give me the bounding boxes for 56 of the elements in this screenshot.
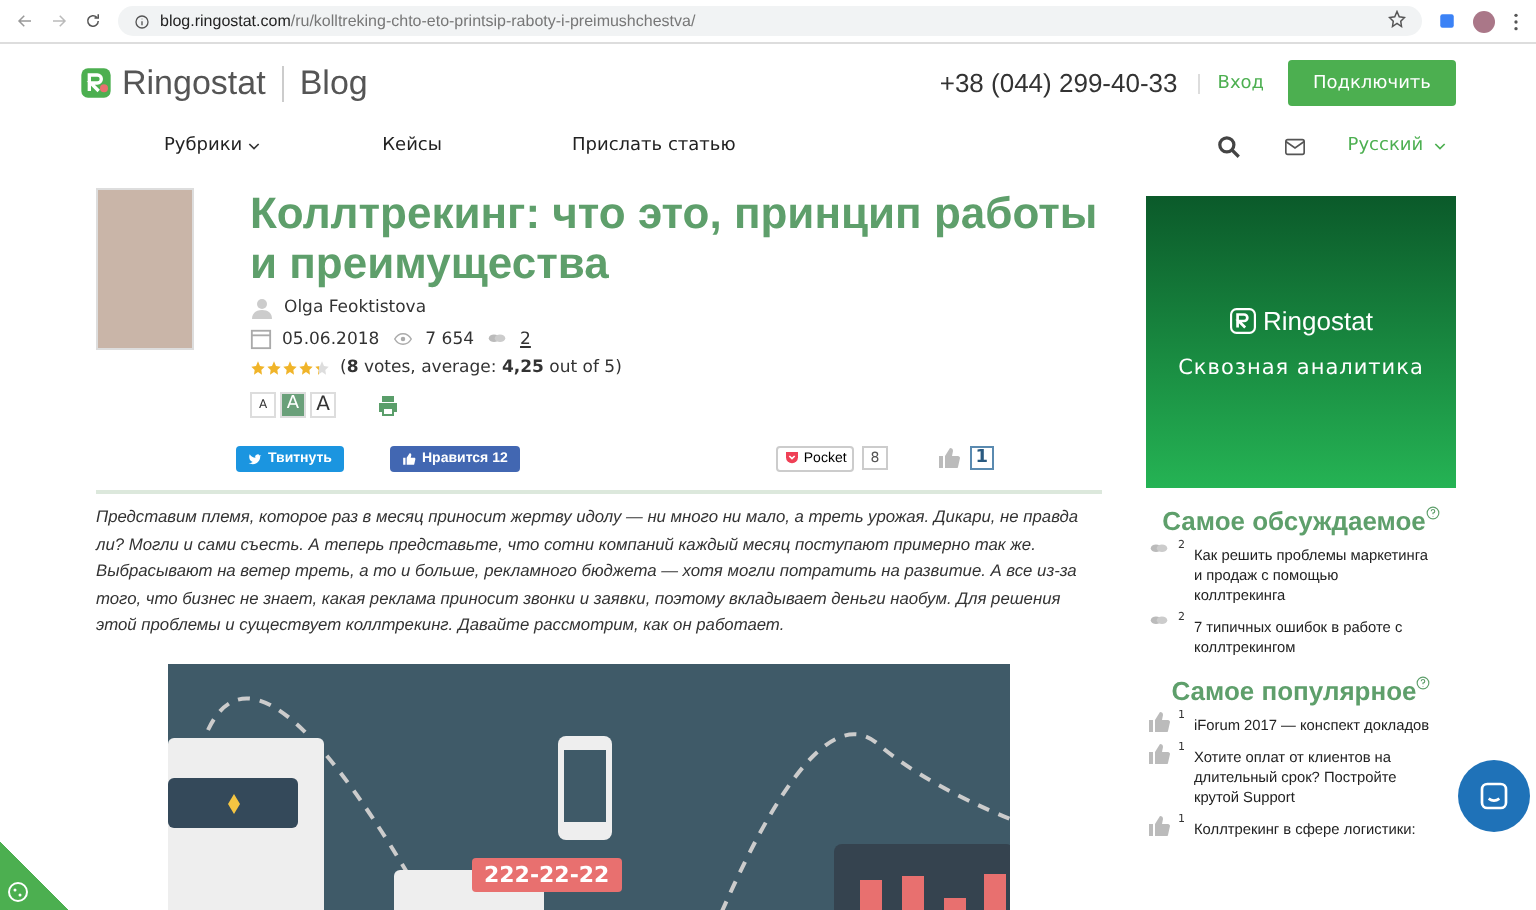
author-name: Olga Feoktistova [284, 298, 427, 318]
address-bar[interactable]: blog.ringostat.com/ru/kolltreking-chto-eto-printsip-raboty-i-preimushchestva/ [118, 6, 1422, 36]
user-icon [250, 296, 274, 320]
logo-icon [1229, 307, 1256, 333]
banner-tagline: Сквозная аналитика [1178, 355, 1424, 379]
chat-button[interactable] [1458, 760, 1530, 832]
nav-link[interactable]: Кейсы [382, 136, 442, 156]
logo-icon [80, 66, 112, 100]
phone-number-bubble: 222-22-22 [472, 857, 622, 891]
phone-number: +38 (044) 299-40-33 [939, 68, 1178, 98]
publish-date: 05.06.2018 [282, 329, 380, 349]
ad-banner[interactable]: Ringostat Сквозная аналитика [1146, 196, 1456, 488]
view-count: 7 654 [425, 329, 475, 349]
font-size-button[interactable]: A [310, 392, 336, 418]
reload-icon [84, 12, 102, 30]
search-icon [1215, 133, 1242, 159]
thumbs-up-icon [1146, 710, 1172, 734]
pocket-icon [783, 450, 800, 466]
help-icon [1416, 676, 1431, 690]
like-count: 1 [969, 446, 995, 470]
mail-icon [1281, 135, 1308, 157]
rating-summary: (8 votes, average: 4,25 out of 5) [340, 358, 622, 378]
comments-icon [1146, 612, 1172, 630]
calendar-icon [250, 328, 272, 350]
star-icon [1388, 10, 1406, 28]
comments-icon [484, 330, 511, 348]
print-icon [376, 393, 400, 417]
article-title: Коллтрекинг: что это, принцип работы и преимущества [250, 188, 1100, 288]
comment-count-link[interactable]: 2 [520, 329, 531, 349]
thumbs-up-icon [1146, 814, 1172, 838]
info-icon [134, 13, 150, 29]
forward-icon [50, 12, 68, 30]
profile-avatar-icon [1472, 9, 1496, 33]
chevron-down-icon [246, 138, 263, 154]
comments-icon [1146, 540, 1172, 558]
eye-icon [389, 330, 416, 348]
back-icon [16, 12, 34, 30]
extension-icon [1438, 12, 1456, 30]
menu-icon [1512, 11, 1520, 31]
blog-label: Blog [299, 63, 368, 103]
nav-link[interactable]: Рубрики [164, 136, 263, 156]
section-title: Самое обсуждаемое [1162, 506, 1426, 536]
banner-brand: Ringostat [1263, 305, 1373, 335]
logo-text[interactable]: Ringostat [122, 63, 266, 103]
section-title: Самое популярное [1171, 676, 1417, 706]
thumbs-up-icon [401, 451, 416, 465]
chevron-down-icon [1431, 138, 1448, 154]
cookie-icon [6, 880, 30, 904]
thumbs-up-icon [935, 446, 962, 470]
bird-icon [248, 451, 262, 465]
help-icon [1425, 506, 1440, 520]
chat-icon [1478, 780, 1510, 812]
url-text: blog.ringostat.com/ru/kolltreking-chto-eto-printsip-raboty-i-preimushchestva/ [160, 12, 696, 30]
intro-paragraph: Представим племя, которое раз в месяц приносит жертву идолу — ни много ни мало, а треть урожая. Дикари, не правда ли? Могли и сами съесть. А теперь представьте, что сотни компаний каждый месяц поступают примерно так же. Выбрасывают на ветер треть, а то и больше, рекламного бюджета — хотя могли потратить на развитие. А все из-за того, что бизнес не знает, какая реклама приносит звонки и заявки, поэтому вкладывает деньги наобум. Для решения этой проблемы и существует коллтрекинг. Давайте рассмотрим, как он работает. [96, 504, 1081, 638]
thumbs-up-icon [1146, 742, 1172, 766]
nav-link[interactable]: Прислать статью [572, 136, 736, 156]
